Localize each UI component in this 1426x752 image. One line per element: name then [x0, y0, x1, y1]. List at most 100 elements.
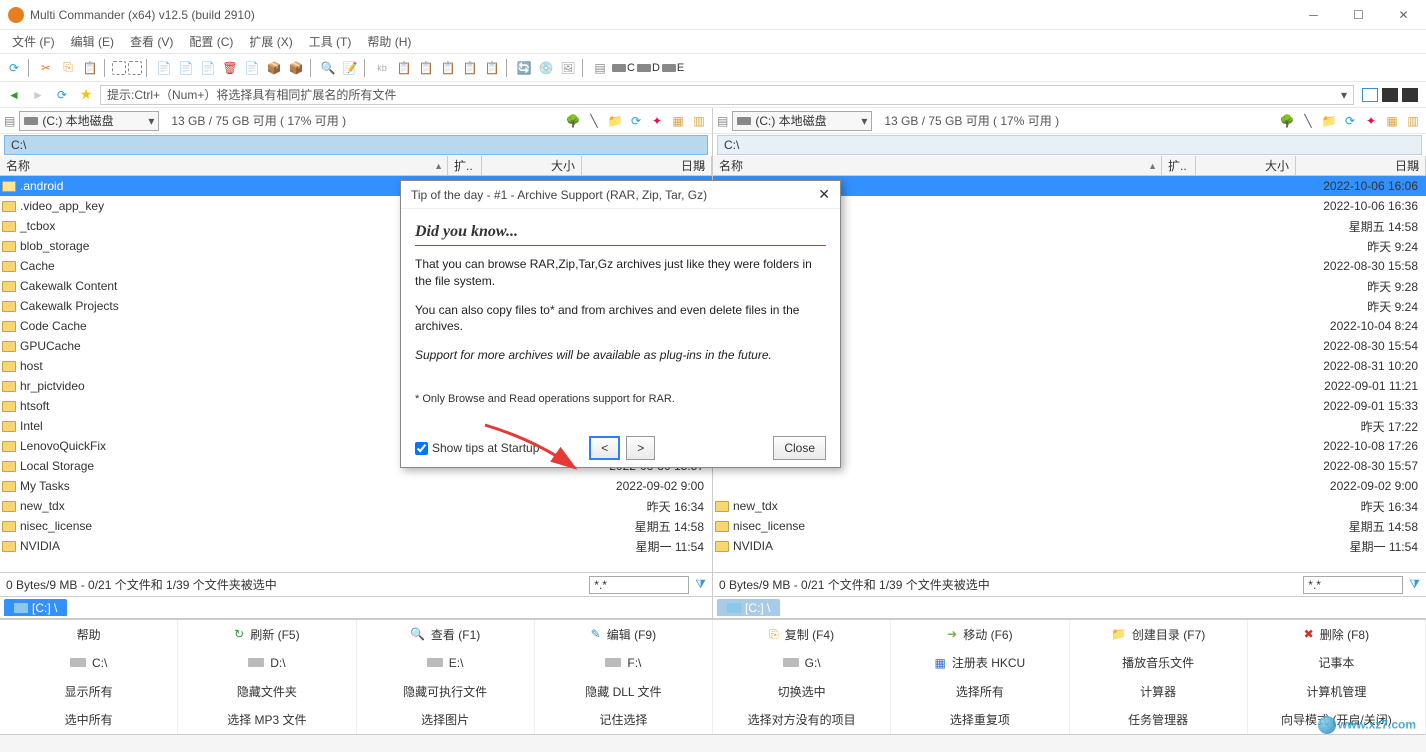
command-button[interactable]: 任务管理器	[1070, 706, 1248, 735]
command-button[interactable]: 🔍查看 (F1)	[357, 620, 535, 649]
dialog-titlebar[interactable]: Tip of the day - #1 - Archive Support (R…	[401, 181, 840, 209]
layout-icon-1[interactable]	[1362, 88, 1378, 102]
refresh-icon[interactable]: ⟳	[4, 58, 24, 78]
command-button[interactable]: 隐藏文件夹	[178, 677, 356, 706]
path-bar[interactable]: C:\	[4, 135, 708, 155]
delete-icon[interactable]: 🗑	[220, 58, 240, 78]
layout-icon-2[interactable]	[1382, 88, 1398, 102]
grid-icon[interactable]: ▦	[1383, 112, 1401, 130]
menu-item[interactable]: 帮助 (H)	[359, 33, 419, 50]
command-button[interactable]: E:\	[357, 649, 535, 678]
funnel-icon[interactable]: ⧩	[1409, 577, 1420, 592]
drive-c-button[interactable]: C	[612, 62, 635, 74]
drive-bar-icon[interactable]: ▤	[717, 114, 728, 128]
drive-bar-icon[interactable]: ▤	[4, 114, 15, 128]
up-icon[interactable]: ╲	[1299, 112, 1317, 130]
sync-icon[interactable]: 🔄	[514, 58, 534, 78]
file-row[interactable]: NVIDIA星期一 11:54	[0, 536, 712, 556]
command-button[interactable]: ▦注册表 HKCU	[891, 649, 1069, 678]
path-bar[interactable]: C:\	[717, 135, 1422, 155]
command-button[interactable]: 帮助	[0, 620, 178, 649]
refresh-panel-icon[interactable]: ⟳	[1341, 112, 1359, 130]
favorite-icon[interactable]: ★	[76, 85, 96, 105]
command-button[interactable]: 选择对方没有的项目	[713, 706, 891, 735]
split-icon[interactable]: ▥	[1404, 112, 1422, 130]
filter-box[interactable]: *.*	[589, 576, 689, 594]
menu-item[interactable]: 工具 (T)	[301, 33, 360, 50]
close-button[interactable]: ✕	[1381, 0, 1426, 30]
tree-icon[interactable]: 🌳	[1278, 112, 1296, 130]
show-tips-checkbox[interactable]: Show tips at Startup	[415, 441, 539, 455]
command-button[interactable]: 选择所有	[891, 677, 1069, 706]
pic1-icon[interactable]: 📋	[394, 58, 414, 78]
command-button[interactable]: F:\	[535, 649, 713, 678]
command-button[interactable]: D:\	[178, 649, 356, 678]
command-button[interactable]: G:\	[713, 649, 891, 678]
drive-combo[interactable]: (C:) 本地磁盘▾	[732, 111, 872, 131]
up-icon[interactable]: ╲	[585, 112, 603, 130]
pack-icon[interactable]: 📦	[264, 58, 284, 78]
search-icon[interactable]: 🔍	[318, 58, 338, 78]
prev-tip-button[interactable]: <	[589, 436, 620, 460]
layout-icon-3[interactable]	[1402, 88, 1418, 102]
command-button[interactable]: 隐藏 DLL 文件	[535, 677, 713, 706]
filter-box[interactable]: *.*	[1303, 576, 1403, 594]
command-button[interactable]: ↻刷新 (F5)	[178, 620, 356, 649]
drive-bar-toggle-icon[interactable]: ▤	[590, 58, 610, 78]
menu-item[interactable]: 查看 (V)	[122, 33, 181, 50]
pic2-icon[interactable]: 📋	[416, 58, 436, 78]
file-row[interactable]: NVIDIA星期一 11:54	[713, 536, 1426, 556]
command-button[interactable]: 选择 MP3 文件	[178, 706, 356, 735]
picture-icon[interactable]: 🖼	[558, 58, 578, 78]
file-row[interactable]: My Tasks2022-09-02 9:00	[0, 476, 712, 496]
command-button[interactable]: ✎编辑 (F9)	[535, 620, 713, 649]
command-button[interactable]: 选择图片	[357, 706, 535, 735]
command-button[interactable]: C:\	[0, 649, 178, 678]
split-icon[interactable]: ▥	[690, 112, 708, 130]
unpack-icon[interactable]: 📦	[286, 58, 306, 78]
rename-icon[interactable]: 📝	[340, 58, 360, 78]
dialog-close-x[interactable]: ✕	[818, 186, 830, 203]
reload-icon[interactable]: ⟳	[52, 85, 72, 105]
copy-file-icon[interactable]: 📄	[176, 58, 196, 78]
command-button[interactable]: 显示所有	[0, 677, 178, 706]
next-tip-button[interactable]: >	[626, 436, 655, 460]
unselect-icon[interactable]	[128, 61, 142, 75]
panel-tab[interactable]: [C:] \	[717, 599, 780, 616]
dialog-close-button[interactable]: Close	[773, 436, 826, 460]
pic4-icon[interactable]: 📋	[460, 58, 480, 78]
command-button[interactable]: 记住选择	[535, 706, 713, 735]
funnel-icon[interactable]: ⧩	[695, 577, 706, 592]
cut-icon[interactable]: ✂	[36, 58, 56, 78]
maximize-button[interactable]: ☐	[1336, 0, 1381, 30]
cd-icon[interactable]: 💿	[536, 58, 556, 78]
minimize-button[interactable]: ─	[1291, 0, 1336, 30]
hint-box[interactable]: 提示:Ctrl+（Num+）将选择具有相同扩展名的所有文件▾	[100, 85, 1354, 105]
paste-icon[interactable]: 📋	[80, 58, 100, 78]
command-button[interactable]: 📁创建目录 (F7)	[1070, 620, 1248, 649]
command-button[interactable]: 播放音乐文件	[1070, 649, 1248, 678]
menu-item[interactable]: 文件 (F)	[4, 33, 63, 50]
drive-e-button[interactable]: E	[662, 62, 684, 74]
pic5-icon[interactable]: 📋	[482, 58, 502, 78]
command-button[interactable]: 选中所有	[0, 706, 178, 735]
calc-size-icon[interactable]: kb	[372, 58, 392, 78]
menu-item[interactable]: 扩展 (X)	[241, 33, 300, 50]
command-button[interactable]: 切换选中	[713, 677, 891, 706]
column-headers[interactable]: 名称▲ 扩.. 大小 日期▲	[713, 156, 1426, 176]
tree-icon[interactable]: 🌳	[564, 112, 582, 130]
command-button[interactable]: 计算器	[1070, 677, 1248, 706]
select-icon[interactable]	[112, 61, 126, 75]
command-button[interactable]: 计算机管理	[1248, 677, 1426, 706]
menu-item[interactable]: 配置 (C)	[181, 33, 241, 50]
home-icon[interactable]: 📁	[606, 112, 624, 130]
column-headers[interactable]: 名称▲ 扩.. 大小 日期▲	[0, 156, 712, 176]
command-button[interactable]: ⎘复制 (F4)	[713, 620, 891, 649]
file-row[interactable]: nisec_license星期五 14:58	[0, 516, 712, 536]
refresh-panel-icon[interactable]: ⟳	[627, 112, 645, 130]
command-button[interactable]: 记事本	[1248, 649, 1426, 678]
panel-tab[interactable]: [C:] \	[4, 599, 67, 616]
file-row[interactable]: 2022-09-02 9:00	[713, 476, 1426, 496]
file-row[interactable]: new_tdx昨天 16:34	[0, 496, 712, 516]
grid-icon[interactable]: ▦	[669, 112, 687, 130]
